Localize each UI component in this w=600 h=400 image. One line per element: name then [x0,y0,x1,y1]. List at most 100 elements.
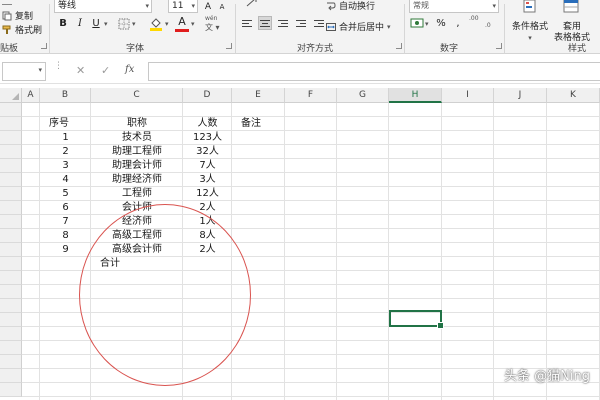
shrink-font-label: A [219,3,225,11]
row-header[interactable] [0,341,22,355]
row-header[interactable] [0,285,22,299]
row-header[interactable] [0,117,22,131]
font-size-value: 11 [172,1,184,11]
chevron-down-icon: ▾ [425,20,429,28]
decrease-indent-icon [296,20,306,27]
formula-input[interactable] [148,62,600,81]
gridline-vertical [284,103,285,400]
number-launcher-icon[interactable] [496,43,502,49]
grow-font-button[interactable]: A [201,0,215,14]
borders-icon[interactable] [118,18,130,30]
row-header[interactable] [0,313,22,327]
cell-count: 3人 [199,174,216,185]
row-header[interactable] [0,299,22,313]
row-header[interactable] [0,145,22,159]
select-all-button[interactable] [0,88,22,103]
cut-button[interactable] [2,0,12,5]
gridline-horizontal [22,396,600,397]
copy-button[interactable]: 复制 [2,9,33,22]
merge-center-button[interactable]: 合并后居中 ▾ [326,20,391,33]
column-header-a[interactable]: A [22,88,40,103]
column-header-b[interactable]: B [40,88,91,103]
percent-button[interactable]: % [434,17,448,31]
column-header-c[interactable]: C [91,88,183,103]
row-header[interactable] [0,369,22,383]
row-header[interactable] [0,327,22,341]
decrease-decimal-button[interactable]: .0 [485,22,491,29]
active-cell-selection[interactable] [389,310,444,329]
row-header[interactable] [0,271,22,285]
row-header[interactable] [0,257,22,271]
column-header-d[interactable]: D [183,88,232,103]
row-header[interactable] [0,383,22,397]
header-seq: 序号 [49,118,69,129]
column-header-g[interactable]: G [337,88,389,103]
align-left-button[interactable] [240,16,254,30]
column-header-j[interactable]: J [494,88,547,103]
comma-button[interactable]: , [451,17,465,31]
row-header[interactable] [0,215,22,229]
format-as-table-button[interactable]: 套用 表格格式 [552,0,592,44]
bold-button[interactable]: B [56,17,70,31]
phonetic-button[interactable]: 文 ▾ [205,22,220,33]
fill-color-icon[interactable] [149,16,163,32]
italic-button[interactable]: I [73,17,87,31]
chevron-down-icon: ▾ [145,2,149,10]
name-box[interactable]: ▾ [2,62,46,81]
gridline-vertical [493,103,494,400]
cell-seq: 2 [62,146,69,157]
align-top-button[interactable] [240,0,254,14]
gridline-vertical [388,103,389,400]
underline-button[interactable]: U [89,17,103,31]
font-launcher-icon[interactable] [226,43,232,49]
row-header[interactable] [0,173,22,187]
cell-count: 12人 [196,188,219,199]
gridline-vertical [336,103,337,400]
cell-count: 32人 [196,146,219,157]
cell-title: 工程师 [122,188,152,199]
row-header[interactable] [0,187,22,201]
insert-function-button[interactable]: fx [125,64,134,75]
conditional-format-button[interactable]: 条件格式 ▾ [508,0,552,44]
format-painter-button[interactable]: 格式刷 [2,23,42,36]
font-group-label: 字体 [126,44,145,54]
font-color-button[interactable]: A [175,16,189,32]
grow-font-label: A [204,2,212,12]
wrap-text-button[interactable]: 自动换行 [326,0,375,12]
align-center-button[interactable] [258,16,272,30]
enter-icon[interactable]: ✓ [101,64,110,77]
row-header[interactable] [0,229,22,243]
ribbon-group-labels: 贴板 字体 对齐方式 数字 样式 [0,40,600,54]
font-name-select[interactable]: 等线 ▾ [54,0,152,13]
resize-handle[interactable]: ⋮ [54,62,63,71]
font-name-value: 等线 [58,1,77,11]
clipboard-launcher-icon[interactable] [41,43,47,49]
align-right-button[interactable] [276,16,290,30]
cell-title: 助理经济师 [112,174,162,185]
wrap-text-icon [327,2,336,10]
gridline-vertical [546,103,547,400]
worksheet-grid[interactable]: ABCDEFGHIJK 序号 职称 人数 备注 1 技术员 123人 2 助理工程师 32人 3 助理… [0,88,600,400]
row-header[interactable] [0,201,22,215]
increase-indent-button[interactable] [312,16,326,30]
row-header[interactable] [0,243,22,257]
column-header-i[interactable]: I [442,88,494,103]
alignment-launcher-icon[interactable] [396,43,402,49]
row-header[interactable] [0,159,22,173]
row-header[interactable] [0,355,22,369]
column-header-k[interactable]: K [547,88,600,103]
row-header[interactable] [0,103,22,117]
decrease-indent-button[interactable] [294,16,308,30]
column-header-f[interactable]: F [285,88,337,103]
number-format-select[interactable]: 常规 ▾ [409,0,499,13]
increase-decimal-button[interactable]: .00 [469,15,479,22]
column-header-e[interactable]: E [232,88,285,103]
cancel-icon[interactable]: ✕ [76,64,85,77]
increase-indent-icon [314,20,324,27]
font-size-select[interactable]: 11 ▾ [168,0,198,13]
row-header[interactable] [0,131,22,145]
currency-icon[interactable] [410,17,424,30]
column-header-h[interactable]: H [389,88,442,103]
shrink-font-button[interactable]: A [215,0,229,14]
copy-label: 复制 [15,12,34,22]
